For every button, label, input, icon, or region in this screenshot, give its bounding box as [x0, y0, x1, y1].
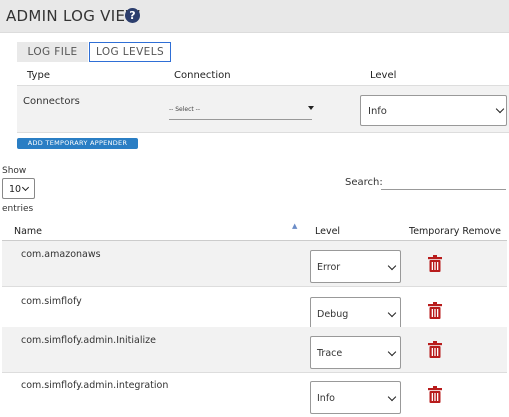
logger-name: com.simflofy.admin.integration [21, 380, 169, 391]
connection-select-value: -- Select -- [169, 106, 200, 113]
add-temporary-appender-button[interactable]: ADD TEMPORARY APPENDER [17, 138, 138, 149]
chevron-down-icon [21, 183, 30, 192]
trash-icon[interactable] [428, 255, 442, 272]
connectors-level-header: Level [370, 70, 397, 81]
column-header-level[interactable]: Level [315, 226, 340, 237]
connector-level-select[interactable]: Info [360, 95, 507, 126]
search-label: Search: [345, 177, 383, 188]
table-row: com.simflofy.admin.Initialize Trace [2, 327, 507, 373]
logger-name: com.simflofy [21, 296, 82, 307]
page-title: ADMIN LOG VIEW [6, 7, 141, 25]
logger-name: com.simflofy.admin.Initialize [21, 335, 156, 346]
table-row: com.amazonaws Error [2, 241, 507, 287]
caret-down-icon [308, 106, 314, 110]
logger-level-select[interactable]: Debug [310, 297, 401, 330]
sort-ascending-icon[interactable]: ▲ [292, 222, 297, 230]
logger-level-value: Debug [317, 309, 349, 320]
logger-level-value: Info [317, 393, 335, 404]
chevron-down-icon [387, 392, 397, 402]
logger-level-value: Trace [317, 348, 343, 359]
logger-level-select[interactable]: Trace [310, 336, 401, 369]
logger-name: com.amazonaws [21, 249, 101, 260]
logger-level-select[interactable]: Error [310, 250, 401, 283]
entries-label: entries [2, 204, 34, 214]
connector-type-name: Connectors [23, 96, 80, 107]
connector-level-value: Info [368, 106, 387, 117]
help-icon[interactable]: ? [125, 8, 140, 23]
page-length-value: 10 [9, 184, 22, 195]
column-header-temporary-remove[interactable]: Temporary Remove [409, 226, 501, 237]
column-header-name[interactable]: Name [14, 226, 42, 237]
connectors-row: Connectors -- Select -- Info [17, 85, 509, 133]
page-length-select[interactable]: 10 [2, 178, 35, 199]
search-input[interactable] [381, 173, 506, 190]
connection-select[interactable]: -- Select -- [169, 100, 314, 120]
tab-log-levels[interactable]: LOG LEVELS [89, 42, 171, 62]
show-label: Show [2, 166, 27, 176]
logger-level-value: Error [317, 262, 341, 273]
trash-icon[interactable] [428, 302, 442, 319]
page-header: ADMIN LOG VIEW ? [0, 0, 509, 33]
tab-log-file[interactable]: LOG FILE [17, 42, 88, 62]
chevron-down-icon [387, 261, 397, 271]
connectors-type-header: Type [27, 70, 50, 81]
connectors-connection-header: Connection [174, 70, 231, 81]
chevron-down-icon [387, 308, 397, 318]
trash-icon[interactable] [428, 386, 442, 403]
logger-level-select[interactable]: Info [310, 381, 401, 414]
chevron-down-icon [495, 104, 505, 114]
chevron-down-icon [387, 347, 397, 357]
table-row: com.simflofy.admin.integration Info [2, 372, 507, 417]
trash-icon[interactable] [428, 341, 442, 358]
